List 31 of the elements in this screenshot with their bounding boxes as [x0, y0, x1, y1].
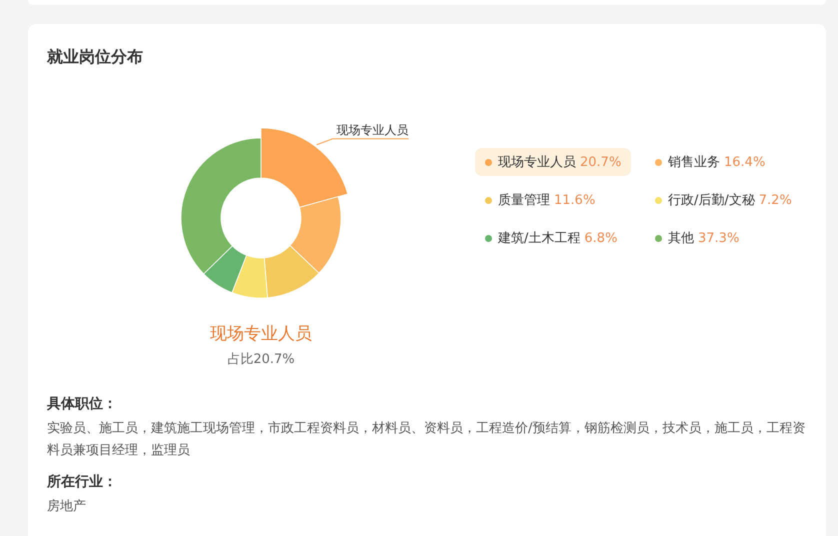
- legend-item[interactable]: 其他 37.3%: [645, 224, 750, 252]
- slice-label: 现场专业人员: [336, 122, 409, 137]
- legend-value: 6.8%: [584, 230, 618, 246]
- detail-heading: 具体职位：: [47, 395, 118, 414]
- selected-category: 现场专业人员: [209, 323, 313, 346]
- legend-value: 20.7%: [580, 154, 622, 170]
- legend-item[interactable]: 销售业务 16.4%: [645, 148, 776, 176]
- detail-text: 实验员、施工员，建筑施工现场管理，市政工程资料员，材料员、资料员，工程造价/预结算，钢筋检测员，技术员，施工员，工程资料员兼项目经理，监理员: [47, 420, 806, 460]
- legend-label: 销售业务: [668, 154, 720, 171]
- selected-share: 占比20.7%: [226, 351, 296, 368]
- legend-label: 其他: [668, 230, 694, 247]
- legend-value: 37.3%: [698, 230, 740, 246]
- legend-value: 11.6%: [554, 192, 596, 208]
- legend-label: 质量管理: [498, 192, 550, 209]
- detail-text: 房地产: [47, 498, 87, 516]
- legend-label: 建筑/土木工程: [498, 230, 580, 247]
- donut-slice[interactable]: [290, 196, 342, 274]
- section-title: 就业岗位分布: [47, 46, 144, 68]
- legend-label: 行政/后勤/文秘: [668, 192, 755, 209]
- legend-label: 现场专业人员: [498, 154, 576, 171]
- legend-item[interactable]: 行政/后勤/文秘 7.2%: [645, 186, 802, 214]
- donut-slice[interactable]: [264, 245, 320, 298]
- donut-slice[interactable]: [180, 138, 262, 274]
- legend-value: 16.4%: [724, 154, 766, 170]
- detail-heading: 所在行业：: [47, 473, 118, 492]
- legend-value: 7.2%: [758, 192, 792, 208]
- legend-item[interactable]: 建筑/土木工程 6.8%: [475, 224, 628, 252]
- donut-slice[interactable]: [232, 254, 268, 298]
- donut-slice[interactable]: [203, 246, 247, 293]
- legend-item[interactable]: 质量管理 11.6%: [475, 186, 606, 214]
- legend-item[interactable]: 现场专业人员 20.7%: [475, 148, 632, 176]
